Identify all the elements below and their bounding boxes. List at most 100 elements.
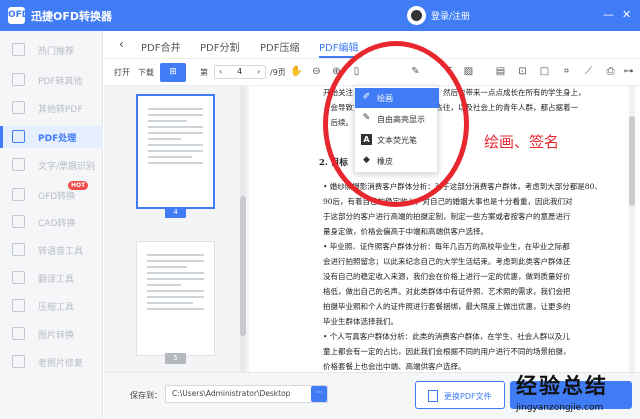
- print-icon[interactable]: ⎙: [604, 65, 617, 78]
- sidebar-item-label: 转语音工具: [38, 247, 84, 257]
- download-button[interactable]: 下载: [138, 67, 154, 78]
- sidebar-item-pdf-to-other[interactable]: PDF转其他: [0, 69, 103, 91]
- pdf-process-icon: [12, 130, 25, 143]
- sidebar-item-label: 压缩工具: [38, 303, 75, 313]
- tab-pdf-edit[interactable]: PDF编辑: [319, 39, 358, 54]
- photo-restore-icon: [12, 355, 25, 368]
- scrollbar-thumb[interactable]: [629, 116, 635, 206]
- sidebar-item-label: PDF转其他: [38, 77, 83, 87]
- image-icon[interactable]: ▨: [462, 65, 475, 78]
- sidebar-item-compress[interactable]: 压缩工具: [0, 295, 103, 317]
- scan-icon: [12, 158, 25, 171]
- sidebar-item-hot[interactable]: 热门推荐: [0, 39, 103, 61]
- doc-line: 毕业生群体选择我们。: [323, 317, 398, 326]
- login-link[interactable]: 登录/注册: [431, 9, 470, 22]
- doc-line: 会进行拍照留念；以此来纪念自己的大学生活结束。考虑到此类客户群体还: [323, 257, 571, 266]
- compress-icon: [12, 299, 25, 312]
- thumbnail-content: [148, 108, 203, 168]
- sidebar-item-image[interactable]: 图片转换: [0, 323, 103, 345]
- sidebar-item-label: 图片转换: [38, 331, 75, 341]
- open-button[interactable]: 打开: [114, 67, 130, 78]
- stamp-icon[interactable]: ⊡: [516, 65, 529, 78]
- sidebar-item-label: 其他转PDF: [38, 105, 83, 115]
- ofd-icon: [12, 188, 25, 201]
- sidebar-item-translate[interactable]: 翻译工具: [0, 267, 103, 289]
- translate-icon: [12, 271, 25, 284]
- thumbnail-panel: 4 5: [104, 86, 249, 372]
- back-icon[interactable]: ‹: [119, 37, 124, 51]
- watermark: 经验总结 jingyanzongjie.com: [516, 370, 640, 419]
- pdf-icon: [12, 73, 25, 86]
- doc-line: 没有自己的稳定收入来源，我们会在价格上进行一定的优惠，做到质量好价: [323, 272, 571, 281]
- cad-icon: [12, 215, 25, 228]
- line-icon[interactable]: ⟋: [582, 65, 595, 78]
- change-pdf-label: 更换PDF文件: [444, 392, 492, 401]
- file-icon: [428, 390, 438, 402]
- tab-pdf-merge[interactable]: PDF合并: [141, 39, 180, 54]
- page-thumbnail-4[interactable]: [136, 94, 215, 209]
- sidebar-item-label: CAD转换: [38, 219, 76, 229]
- voice-icon: [12, 243, 25, 256]
- page-number-badge: 4: [165, 207, 186, 218]
- user-avatar[interactable]: [407, 6, 426, 25]
- doc-line: 于这部分的客户进行高端的拍摄定制，制定一些方案或者按客户的意愿进行: [323, 212, 571, 221]
- sidebar-item-label: PDF处理: [38, 134, 77, 144]
- shape-icon[interactable]: □: [538, 65, 551, 78]
- sidebar-item-label: OFD转换: [38, 192, 76, 202]
- page-prefix-label: 第: [200, 68, 208, 77]
- page-total: /9页: [270, 68, 286, 77]
- sidebar-item-label: 文字/票据识别: [38, 162, 96, 172]
- avatar-face-icon: [411, 10, 422, 21]
- page-thumbnail-5[interactable]: [136, 241, 215, 356]
- sidebar-item-label: 热门推荐: [38, 47, 75, 57]
- page-number-badge: 5: [165, 353, 186, 364]
- sidebar-item-ofd[interactable]: OFD转换 HOT: [0, 181, 103, 206]
- page-next-icon[interactable]: ›: [257, 67, 260, 76]
- sidebar-item-label: 翻译工具: [38, 275, 75, 285]
- link-icon[interactable]: ⊶: [622, 65, 635, 78]
- watermark-main: 经验总结: [516, 374, 608, 398]
- doc-line: 拍摄毕业照和个人的证件照进行套餐捆绑，最大限度上做出优惠，让更多的: [323, 302, 571, 311]
- page-current[interactable]: 4: [237, 67, 242, 76]
- title-bar: OFD 迅捷OFD转换器 登录/注册 — ✕: [0, 0, 640, 31]
- page-prev-icon[interactable]: ‹: [219, 67, 222, 76]
- note-icon[interactable]: ▤: [494, 65, 507, 78]
- crop-icon[interactable]: ⌗: [560, 65, 573, 78]
- close-icon[interactable]: ✕: [622, 8, 631, 21]
- doc-line: • 毕业照、证件照客户群体分析：每年几百万的高校毕业生，在毕业之际都: [323, 242, 570, 251]
- tab-pdf-compress[interactable]: PDF压缩: [260, 39, 299, 54]
- sidebar-item-voice[interactable]: 转语音工具: [0, 239, 103, 261]
- hot-badge: HOT: [68, 181, 89, 190]
- image-icon: [12, 327, 25, 340]
- page-stepper[interactable]: ‹ 4 ›: [214, 65, 266, 79]
- grid-view-button[interactable]: ⊞: [160, 63, 186, 82]
- doc-line: 童上都会有一定的占比，因此我们会根据不同的用户进行不同的场景拍摄，: [323, 347, 571, 356]
- scrollbar-thumb[interactable]: [240, 196, 246, 336]
- active-tab-indicator: [319, 56, 355, 58]
- browse-button[interactable]: ···: [311, 386, 327, 402]
- sidebar-item-label: 老照片修复: [38, 359, 84, 369]
- doc-line: 量身定做，价格会偏高于中端和高端供客户选择。: [323, 227, 488, 236]
- sidebar-item-other-to-pdf[interactable]: 其他转PDF: [0, 97, 103, 119]
- change-pdf-button[interactable]: 更换PDF文件: [415, 381, 505, 409]
- zoom-out-icon[interactable]: ⊖: [310, 65, 323, 78]
- sidebar: 热门推荐 PDF转其他 其他转PDF PDF处理 文字/票据识别 OFD转换 HO…: [0, 31, 103, 419]
- sidebar-item-pdf-process[interactable]: PDF处理: [0, 126, 103, 148]
- doc-line: 格低，做出自己的名声。对此类群体中有证件照、艺术照的需求，我们会把: [323, 287, 571, 296]
- sidebar-item-cad[interactable]: CAD转换: [0, 211, 103, 233]
- app-logo: OFD: [8, 7, 29, 24]
- fire-icon: [12, 43, 25, 56]
- sidebar-item-photo-restore[interactable]: 老照片修复: [0, 351, 103, 373]
- document-scrollbar[interactable]: [629, 86, 635, 372]
- hand-icon[interactable]: ✋: [290, 65, 303, 78]
- watermark-url: jingyanzongjie.com: [516, 403, 604, 413]
- thumbnail-content: [147, 254, 204, 314]
- save-to-label: 保存到：: [130, 391, 162, 400]
- annotation-circle: [323, 41, 469, 207]
- thumbnail-scrollbar[interactable]: [240, 86, 246, 372]
- file-convert-icon: [12, 101, 25, 114]
- tab-pdf-split[interactable]: PDF分割: [200, 39, 239, 54]
- minimize-icon[interactable]: —: [603, 8, 614, 21]
- save-path-input[interactable]: C:\Users\Administrator\Desktop: [165, 385, 328, 403]
- sidebar-item-ocr[interactable]: 文字/票据识别: [0, 154, 103, 176]
